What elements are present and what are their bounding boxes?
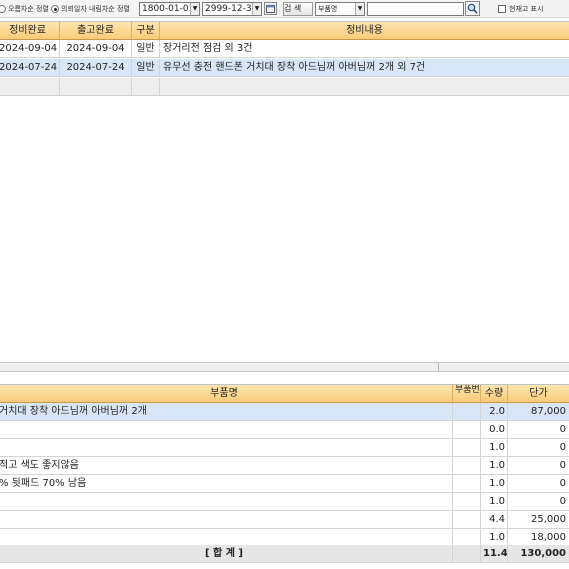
cell-qty: 1.0: [481, 457, 508, 475]
cell-part-code: [453, 403, 481, 421]
sort-desc-label: 의뢰일자 내림차순 정렬: [61, 5, 130, 13]
sort-desc-radio-group[interactable]: 의뢰일자 내림차순 정렬: [51, 2, 130, 16]
col-header-price[interactable]: 단가: [508, 385, 569, 403]
sort-asc-label: 오름차순 정렬: [8, 5, 49, 13]
sort-desc-radio[interactable]: [51, 5, 59, 13]
stock-checkbox-group[interactable]: 현재고 표시: [498, 2, 543, 16]
col-header-release-done[interactable]: 출고완료: [60, 22, 132, 40]
cell-price: 87,000: [508, 403, 569, 421]
toolbar: 오름차순 정렬 의뢰일자 내림차순 정렬 1800-01-01 ▼ 2999-1…: [0, 0, 569, 18]
search-button[interactable]: 검 색: [283, 2, 313, 16]
table-row[interactable]: 2024-07-24 2024-07-24 일반 유무선 충전 핸드폰 거치대 …: [0, 59, 569, 77]
cell-price: 0: [508, 493, 569, 511]
cell-empty: [0, 78, 60, 96]
cell-qty: 1.0: [481, 475, 508, 493]
cell-part-code: [453, 457, 481, 475]
table-row[interactable]: 1.0 0: [0, 439, 569, 457]
table-row[interactable]: 4.4 25,000: [0, 511, 569, 529]
cell-part-code: [453, 421, 481, 439]
cell-part-code: [453, 493, 481, 511]
col-header-part-name[interactable]: 부품명: [0, 385, 453, 403]
cell-empty: [160, 78, 569, 96]
sort-asc-radio-group[interactable]: 오름차순 정렬: [0, 2, 49, 16]
cell-part-name: [0, 493, 453, 511]
cell-part-name: 적고 색도 좋지않음: [0, 457, 453, 475]
cell-price: 0: [508, 475, 569, 493]
cell-price: 0: [508, 457, 569, 475]
cell-part-name: [0, 421, 453, 439]
sort-asc-radio[interactable]: [0, 5, 6, 13]
chevron-down-icon[interactable]: ▼: [252, 3, 261, 15]
cell-part-code: [453, 511, 481, 529]
cell-qty: 4.4: [481, 511, 508, 529]
cell-part-name: [0, 439, 453, 457]
parts-grid: 부품명 부품번호 수량 단가 거치대 장착 아드님꺼 아버님꺼 2개 2.087,…: [0, 384, 569, 563]
table-row[interactable]: % 뒷패드 70% 남음 1.0 0: [0, 475, 569, 493]
cell-part-code: [453, 439, 481, 457]
cell-part-code: [453, 475, 481, 493]
cell-content: 유무선 충전 핸드폰 거치대 장착 아드님꺼 아버님꺼 2개 외 7건: [160, 59, 569, 77]
calendar-icon[interactable]: [264, 2, 277, 15]
total-code: [453, 545, 481, 563]
repair-grid-header: 정비완료 출고완료 구분 정비내용: [0, 22, 569, 40]
cell-empty: [60, 78, 132, 96]
table-row-empty[interactable]: [0, 78, 569, 96]
cell-release-done: 2024-07-24: [60, 59, 132, 77]
col-header-content[interactable]: 정비내용: [160, 22, 569, 40]
search-icon[interactable]: [465, 1, 480, 16]
date-from-value: 1800-01-01: [142, 4, 195, 14]
table-row[interactable]: 2024-09-04 2024-09-04 일반 장거리전 점검 외 3건: [0, 40, 569, 58]
parts-grid-header: 부품명 부품번호 수량 단가: [0, 385, 569, 403]
col-header-qty[interactable]: 수량: [481, 385, 508, 403]
date-to-picker[interactable]: 2999-12-31 ▼: [202, 2, 262, 16]
search-input[interactable]: [367, 2, 464, 16]
cell-price: 25,000: [508, 511, 569, 529]
stock-checkbox-label: 현재고 표시: [509, 5, 544, 13]
total-price: 130,000: [508, 545, 569, 563]
cell-qty: 1.0: [481, 493, 508, 511]
table-row[interactable]: 적고 색도 좋지않음 1.0 0: [0, 457, 569, 475]
cell-part-name: 거치대 장착 아드님꺼 아버님꺼 2개: [0, 403, 453, 421]
splitter-handle[interactable]: [438, 363, 439, 371]
category-select[interactable]: 부품명 ▼: [315, 2, 365, 16]
total-row: [ 합 계 ] 11.4 130,000: [0, 545, 569, 563]
cell-empty: [132, 78, 160, 96]
cell-content: 장거리전 점검 외 3건: [160, 40, 569, 58]
cell-price: 0: [508, 439, 569, 457]
stock-checkbox[interactable]: [498, 5, 506, 13]
table-row[interactable]: 1.0 0: [0, 493, 569, 511]
repair-list-grid: 정비완료 출고완료 구분 정비내용 2024-09-04 2024-09-04 …: [0, 21, 569, 96]
col-header-type[interactable]: 구분: [132, 22, 160, 40]
cell-price: 0: [508, 421, 569, 439]
category-select-value: 부품명: [318, 5, 338, 13]
cell-repair-done: 2024-07-24: [0, 59, 60, 77]
col-header-repair-done[interactable]: 정비완료: [0, 22, 60, 40]
cell-qty: 0.0: [481, 421, 508, 439]
cell-type: 일반: [132, 59, 160, 77]
cell-repair-done: 2024-09-04: [0, 40, 60, 58]
total-qty: 11.4: [481, 545, 508, 563]
date-from-picker[interactable]: 1800-01-01 ▼: [139, 2, 200, 16]
cell-type: 일반: [132, 40, 160, 58]
cell-part-name: [0, 511, 453, 529]
cell-qty: 2.0: [481, 403, 508, 421]
col-header-part-code[interactable]: 부품번호: [453, 385, 481, 403]
panel-splitter[interactable]: [0, 362, 569, 372]
chevron-down-icon[interactable]: ▼: [190, 3, 199, 15]
cell-qty: 1.0: [481, 439, 508, 457]
table-row[interactable]: 0.0 0: [0, 421, 569, 439]
chevron-down-icon[interactable]: ▼: [355, 3, 364, 15]
date-to-value: 2999-12-31: [205, 4, 258, 14]
total-label: [ 합 계 ]: [0, 545, 453, 563]
cell-release-done: 2024-09-04: [60, 40, 132, 58]
cell-part-name: % 뒷패드 70% 남음: [0, 475, 453, 493]
table-row[interactable]: 거치대 장착 아드님꺼 아버님꺼 2개 2.0 87,000: [0, 403, 569, 421]
